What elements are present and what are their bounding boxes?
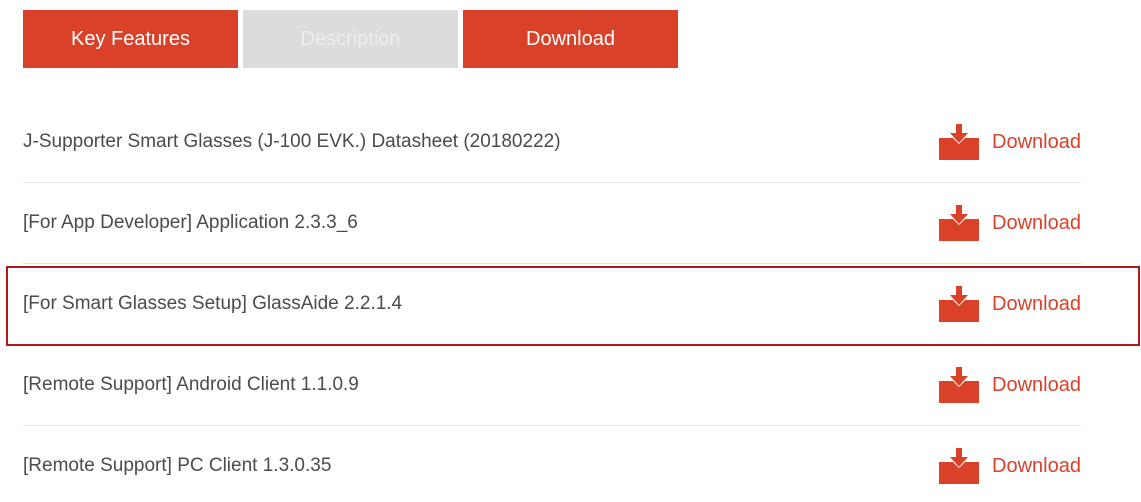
tab-download[interactable]: Download <box>463 10 678 68</box>
download-label[interactable]: Download <box>992 293 1081 316</box>
download-item-title: J-Supporter Smart Glasses (J-100 EVK.) D… <box>23 131 561 152</box>
tab-description[interactable]: Description <box>243 10 458 68</box>
download-link[interactable]: Download <box>939 345 1081 425</box>
download-page: Key Features Description Download J-Supp… <box>0 0 1141 502</box>
download-label[interactable]: Download <box>992 212 1081 235</box>
download-tray-icon <box>939 205 980 241</box>
download-item-title: [For App Developer] Application 2.3.3_6 <box>23 212 358 233</box>
download-list: J-Supporter Smart Glasses (J-100 EVK.) D… <box>23 102 1081 502</box>
download-link[interactable]: Download <box>939 264 1081 344</box>
download-link[interactable]: Download <box>939 426 1081 502</box>
download-item-title: [Remote Support] Android Client 1.1.0.9 <box>23 374 359 395</box>
download-label[interactable]: Download <box>992 455 1081 478</box>
tab-key-features[interactable]: Key Features <box>23 10 238 68</box>
download-link[interactable]: Download <box>939 183 1081 263</box>
download-tray-icon <box>939 286 980 322</box>
download-tray-icon <box>939 448 980 484</box>
download-label[interactable]: Download <box>992 374 1081 397</box>
download-item-title: [Remote Support] PC Client 1.3.0.35 <box>23 455 332 476</box>
tab-bar: Key Features Description Download <box>23 10 683 68</box>
download-row: [Remote Support] PC Client 1.3.0.35 Down… <box>23 426 1081 502</box>
download-label[interactable]: Download <box>992 131 1081 154</box>
download-tray-icon <box>939 367 980 403</box>
download-row: [For Smart Glasses Setup] GlassAide 2.2.… <box>23 264 1081 345</box>
download-row: [Remote Support] Android Client 1.1.0.9 … <box>23 345 1081 426</box>
download-row: [For App Developer] Application 2.3.3_6 … <box>23 183 1081 264</box>
download-item-title: [For Smart Glasses Setup] GlassAide 2.2.… <box>23 293 403 314</box>
download-tray-icon <box>939 124 980 160</box>
download-link[interactable]: Download <box>939 102 1081 182</box>
download-row: J-Supporter Smart Glasses (J-100 EVK.) D… <box>23 102 1081 183</box>
